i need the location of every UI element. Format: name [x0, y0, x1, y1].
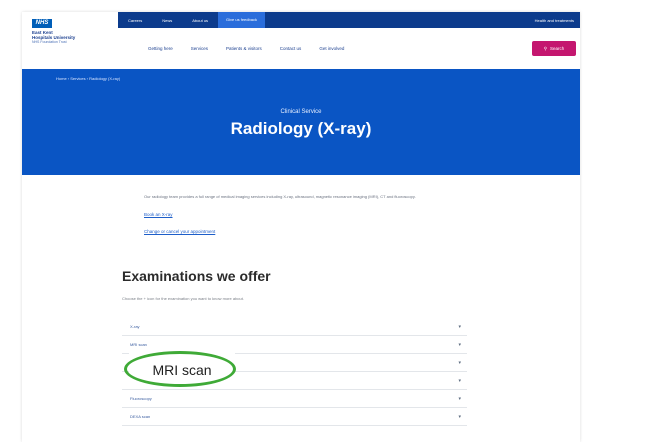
chevron-down-icon: ▾: [458, 359, 461, 366]
hero-banner: Home › Services › Radiology (X-ray) Clin…: [22, 69, 580, 175]
hero-kicker: Clinical Service: [280, 109, 322, 115]
nav-contact-us[interactable]: Contact us: [274, 46, 308, 51]
search-button[interactable]: ⚲ Search: [532, 41, 576, 56]
accordion-item-label: DEXA scan: [130, 414, 151, 419]
accordion-item-label: MRI scan: [130, 342, 147, 347]
accordion-item-label: X-ray: [130, 324, 140, 329]
search-icon: ⚲: [543, 45, 548, 51]
top-nav-careers[interactable]: Careers: [118, 18, 152, 23]
section-hint: Choose the + icon for the examination yo…: [122, 296, 244, 301]
main-nav: Getting here Services Patients & visitor…: [142, 42, 350, 54]
nav-getting-here[interactable]: Getting here: [142, 46, 179, 51]
chevron-down-icon: ▾: [458, 395, 461, 402]
accordion-item[interactable]: Fluoroscopy ▾: [122, 390, 467, 408]
top-nav-news[interactable]: News: [152, 18, 182, 23]
accordion-item[interactable]: X-ray ▾: [122, 318, 467, 336]
top-nav-bar: Careers News About us Give us feedback H…: [118, 12, 580, 28]
nav-services[interactable]: Services: [185, 46, 214, 51]
top-nav-about[interactable]: About us: [182, 18, 218, 23]
chevron-down-icon: ▾: [458, 323, 461, 330]
highlight-circle: [124, 351, 236, 387]
search-button-label: Search: [550, 46, 565, 51]
intro-section: Our radiology team provides a full range…: [144, 194, 474, 234]
accordion-item[interactable]: DEXA scan ▾: [122, 408, 467, 426]
top-nav-health-link[interactable]: Health and treatments: [535, 18, 580, 23]
trust-name-sub: NHS Foundation Trust: [32, 40, 67, 44]
book-xray-link[interactable]: Book an X-ray: [144, 212, 474, 217]
chevron-down-icon: ▾: [458, 377, 461, 384]
top-nav-feedback[interactable]: Give us feedback: [218, 12, 265, 28]
chevron-down-icon: ▾: [458, 413, 461, 420]
breadcrumb[interactable]: Home › Services › Radiology (X-ray): [56, 76, 120, 81]
chevron-down-icon: ▾: [458, 341, 461, 348]
accordion-item-label: Fluoroscopy: [130, 396, 152, 401]
intro-text: Our radiology team provides a full range…: [144, 194, 416, 199]
nav-get-involved[interactable]: Get involved: [313, 46, 350, 51]
trust-name: East Kent Hospitals University NHS Found…: [32, 30, 112, 45]
page-title: Radiology (X-ray): [230, 119, 372, 138]
nhs-logo[interactable]: NHS: [32, 19, 52, 28]
nav-patients-visitors[interactable]: Patients & visitors: [220, 46, 268, 51]
section-title: Examinations we offer: [122, 268, 271, 284]
change-appointment-link[interactable]: Change or cancel your appointment: [144, 229, 474, 234]
